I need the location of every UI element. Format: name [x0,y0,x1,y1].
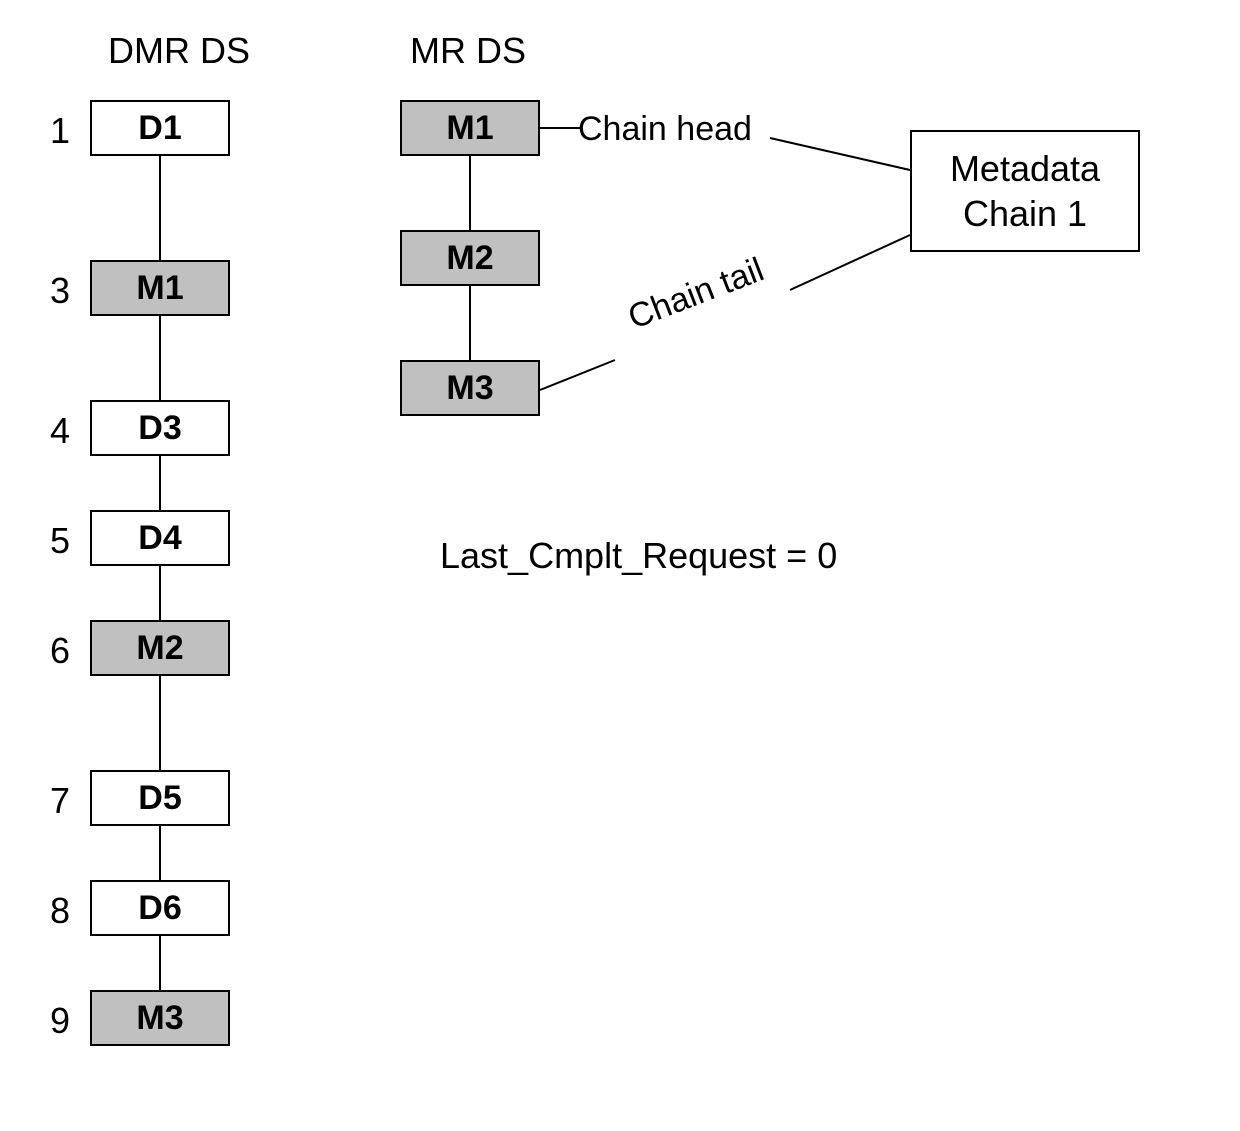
dmr-box-d5: D5 [90,770,230,826]
dmr-connector [159,936,161,990]
dmr-connector [159,566,161,620]
mr-header: MR DS [410,30,526,72]
dmr-connector [159,676,161,770]
chain-tail-label: Chain tail [623,250,769,337]
dmr-header: DMR DS [108,30,250,72]
row-number: 7 [40,780,70,822]
chain-head-label: Chain head [578,110,752,149]
metadata-chain-box: Metadata Chain 1 [910,130,1140,252]
diagram-root: DMR DS MR DS 1 D1 3 M1 4 D3 5 D4 6 M2 7 D5 8 D6 9 M3 M1… [0,0,1240,1131]
dmr-connector [159,826,161,880]
row-number: 4 [40,410,70,452]
row-number: 5 [40,520,70,562]
dmr-connector [159,316,161,400]
dmr-box-d4: D4 [90,510,230,566]
metadata-chain-label: Metadata Chain 1 [950,148,1100,234]
mr-box-m3: M3 [400,360,540,416]
dmr-box-m1: M1 [90,260,230,316]
row-number: 9 [40,1000,70,1042]
dmr-box-m3: M3 [90,990,230,1046]
status-text: Last_Cmplt_Request = 0 [440,535,837,577]
mr-connector [469,156,471,230]
row-number: 3 [40,270,70,312]
row-number: 1 [40,110,70,152]
dmr-connector [159,456,161,510]
row-number: 8 [40,890,70,932]
mr-connector [469,286,471,360]
dmr-box-d6: D6 [90,880,230,936]
dmr-box-m2: M2 [90,620,230,676]
dmr-connector [159,156,161,260]
mr-box-m1: M1 [400,100,540,156]
row-number: 6 [40,630,70,672]
mr-box-m2: M2 [400,230,540,286]
dmr-box-d1: D1 [90,100,230,156]
dmr-box-d3: D3 [90,400,230,456]
